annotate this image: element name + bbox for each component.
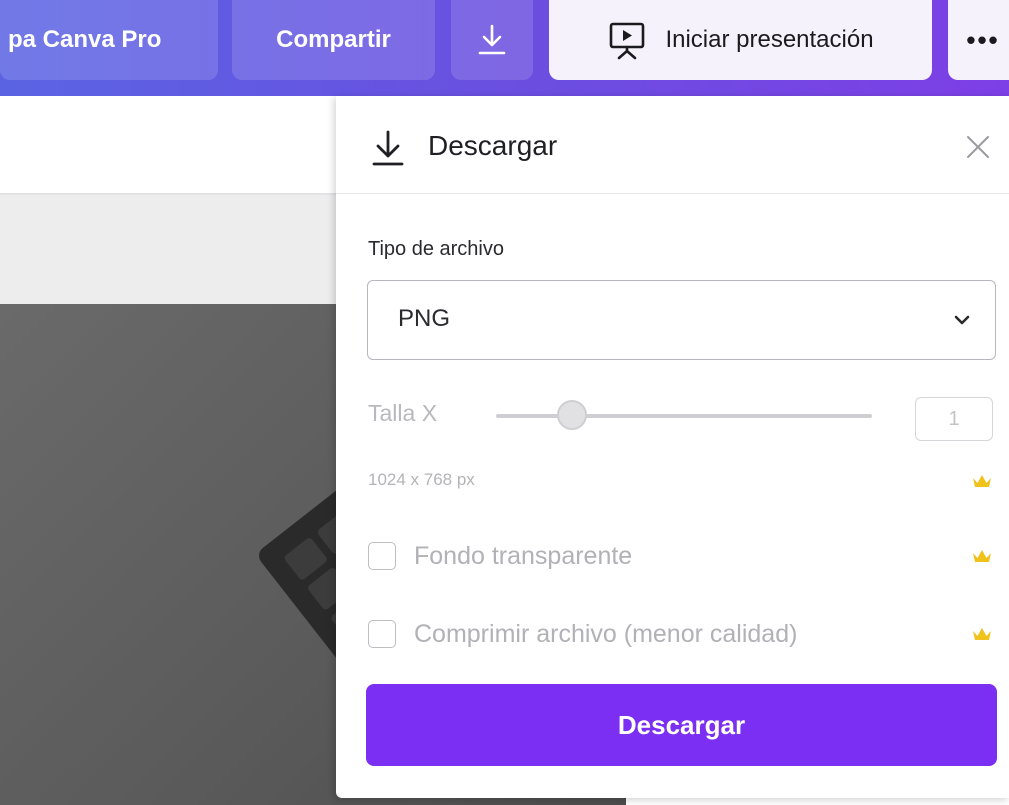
download-panel: Descargar Tipo de archivo PNG Talla X 1 … [336, 96, 1009, 798]
transparent-background-checkbox[interactable] [368, 542, 396, 570]
close-icon[interactable] [958, 127, 998, 167]
size-label: Talla X [368, 400, 438, 426]
share-button[interactable]: Compartir [232, 0, 435, 80]
download-panel-header: Descargar [336, 96, 1009, 193]
download-icon [478, 24, 506, 55]
editor-toolbar-area [0, 96, 336, 193]
app-frame: pa Canva Pro Compartir Iniciar presentac… [0, 0, 1009, 805]
start-presentation-label: Iniciar presentación [665, 26, 874, 53]
compress-file-label: Comprimir archivo (menor calidad) [414, 619, 798, 648]
download-button[interactable]: Descargar [366, 684, 997, 766]
more-options-icon: ••• [966, 24, 1000, 55]
more-options-button[interactable]: ••• [948, 0, 1009, 80]
file-type-select[interactable]: PNG [367, 280, 996, 360]
try-canva-pro-label: pa Canva Pro [8, 26, 162, 53]
transparent-background-option[interactable]: Fondo transparente [368, 538, 632, 574]
share-label: Compartir [276, 26, 391, 53]
crown-icon [973, 628, 991, 640]
size-input-value: 1 [948, 407, 960, 430]
top-bar: pa Canva Pro Compartir Iniciar presentac… [0, 0, 1009, 96]
download-button-label: Descargar [617, 709, 746, 740]
download-icon [372, 130, 404, 166]
panel-header-divider [336, 193, 1009, 194]
try-canva-pro-button[interactable]: pa Canva Pro [0, 0, 218, 80]
dimensions-text: 1024 x 768 px [368, 470, 475, 489]
download-button-top[interactable] [451, 0, 533, 80]
chevron-down-icon [954, 315, 970, 325]
presentation-icon [610, 22, 645, 60]
editor-workspace [0, 195, 336, 304]
panel-title: Descargar [428, 130, 558, 161]
compress-file-checkbox[interactable] [368, 620, 396, 648]
crown-icon [973, 475, 991, 487]
file-type-label: Tipo de archivo [368, 238, 504, 260]
size-slider-thumb[interactable] [557, 400, 587, 430]
transparent-background-label: Fondo transparente [414, 541, 633, 570]
compress-file-option[interactable]: Comprimir archivo (menor calidad) [368, 616, 797, 652]
size-slider-track[interactable] [496, 414, 872, 418]
crown-icon [973, 550, 991, 562]
size-input[interactable]: 1 [915, 397, 993, 441]
file-type-value: PNG [398, 305, 451, 332]
start-presentation-button[interactable]: Iniciar presentación [549, 0, 932, 80]
